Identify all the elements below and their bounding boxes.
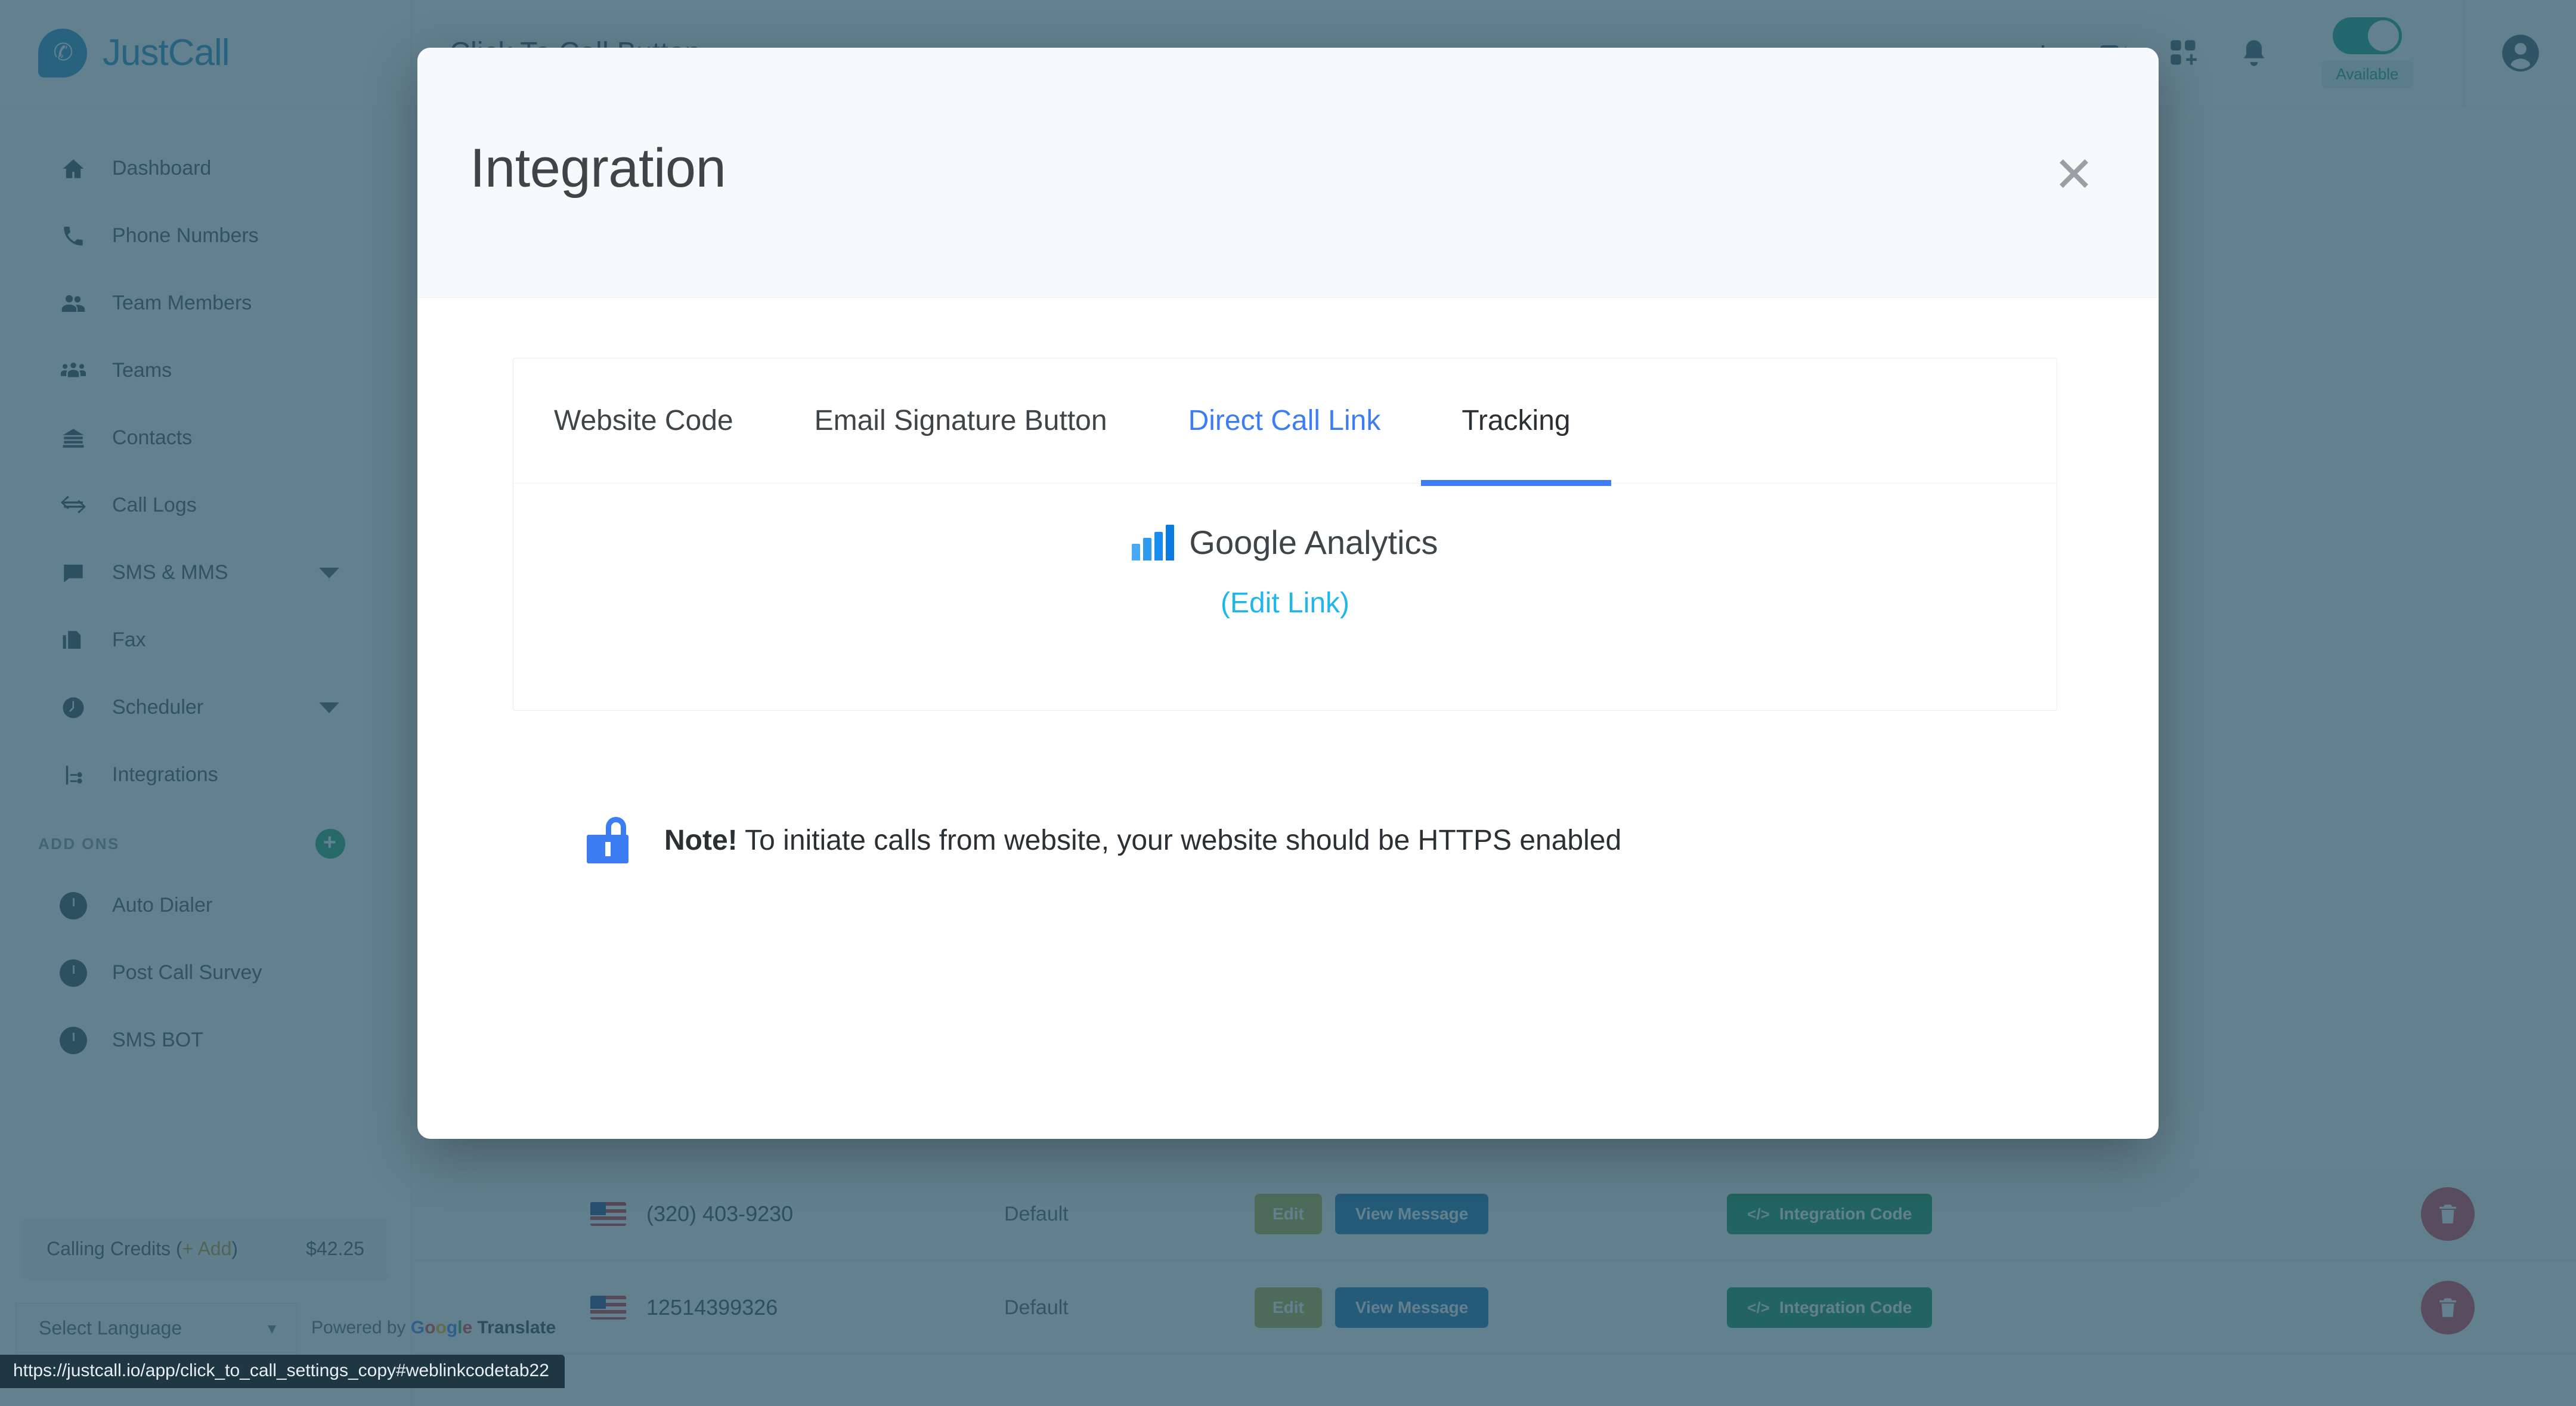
bar-chart-icon (1132, 524, 1175, 560)
modal-title: Integration (470, 138, 726, 199)
https-note: Note! To initiate calls from website, yo… (587, 817, 2063, 863)
integration-modal: Integration ✕ Website Code Email Signatu… (417, 48, 2159, 1139)
tab-panel-tracking: Google Analytics (Edit Link) (513, 484, 2057, 710)
note-body: To initiate calls from website, your web… (737, 824, 1622, 856)
note-text: Note! To initiate calls from website, yo… (664, 824, 1621, 857)
google-analytics-row: Google Analytics (1132, 523, 1438, 562)
tab-tracking[interactable]: Tracking (1421, 358, 1611, 486)
modal-header: Integration ✕ (417, 48, 2159, 298)
browser-status-bar: https://justcall.io/app/click_to_call_se… (0, 1355, 565, 1388)
close-icon[interactable]: ✕ (2046, 150, 2101, 205)
tab-email-signature-button[interactable]: Email Signature Button (774, 358, 1148, 483)
note-prefix: Note! (664, 824, 738, 856)
integration-tabs-card: Website Code Email Signature Button Dire… (513, 358, 2057, 711)
edit-link-button[interactable]: (Edit Link) (1221, 587, 1349, 620)
tab-list: Website Code Email Signature Button Dire… (513, 358, 2057, 486)
tab-website-code[interactable]: Website Code (513, 358, 774, 483)
google-analytics-label: Google Analytics (1189, 524, 1438, 561)
lock-icon (587, 817, 628, 863)
tab-direct-call-link[interactable]: Direct Call Link (1148, 358, 1422, 483)
